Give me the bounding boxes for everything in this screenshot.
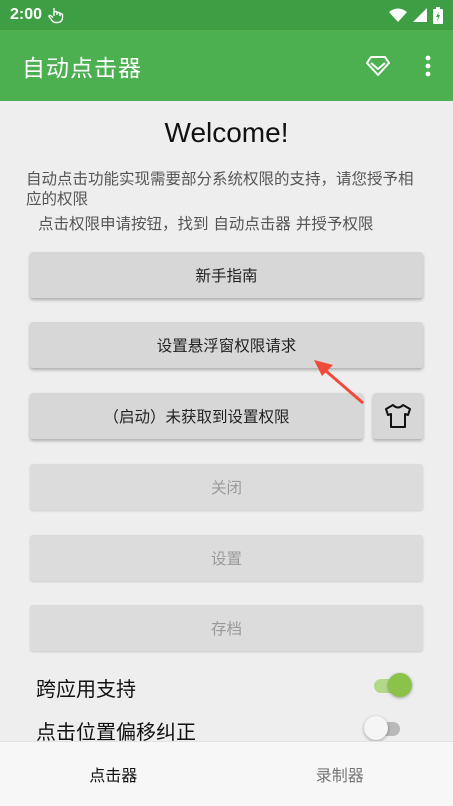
main-content: Welcome! 自动点击功能实现需要部分系统权限的支持，请您授予相应的权限 点… xyxy=(0,101,453,741)
offset-correction-switch[interactable] xyxy=(364,716,404,740)
settings-button[interactable]: 设置 xyxy=(30,535,423,581)
permission-instruction: 点击权限申请按钮，找到 自动点击器 并授予权限 xyxy=(38,214,438,234)
welcome-heading: Welcome! xyxy=(0,117,453,149)
permission-description: 自动点击功能实现需要部分系统权限的支持，请您授予相应的权限 xyxy=(26,169,426,209)
bottom-navigation: 点击器 录制器 xyxy=(0,741,453,806)
tab-recorder[interactable]: 录制器 xyxy=(227,762,453,786)
diamond-icon[interactable] xyxy=(365,54,391,78)
close-button[interactable]: 关闭 xyxy=(30,464,423,510)
shirt-icon xyxy=(384,403,412,429)
status-bar: 2:00 xyxy=(0,0,453,30)
save-button[interactable]: 存档 xyxy=(30,605,423,651)
tab-clicker[interactable]: 点击器 xyxy=(0,762,227,786)
app-title: 自动点击器 xyxy=(22,49,142,83)
battery-icon xyxy=(433,7,443,24)
cross-app-support-label: 跨应用支持 xyxy=(36,673,136,702)
theme-button[interactable] xyxy=(373,393,423,439)
wifi-icon xyxy=(389,8,407,22)
overlay-permission-button[interactable]: 设置悬浮窗权限请求 xyxy=(30,322,423,368)
start-button[interactable]: （启动）未获取到设置权限 xyxy=(30,393,363,439)
hand-pointer-icon xyxy=(48,6,64,24)
signal-icon xyxy=(413,8,427,22)
overflow-menu-icon[interactable] xyxy=(425,55,431,77)
status-time: 2:00 xyxy=(10,6,42,24)
cross-app-support-switch[interactable] xyxy=(372,673,412,697)
guide-button[interactable]: 新手指南 xyxy=(30,252,423,298)
app-toolbar: 自动点击器 xyxy=(0,30,453,101)
